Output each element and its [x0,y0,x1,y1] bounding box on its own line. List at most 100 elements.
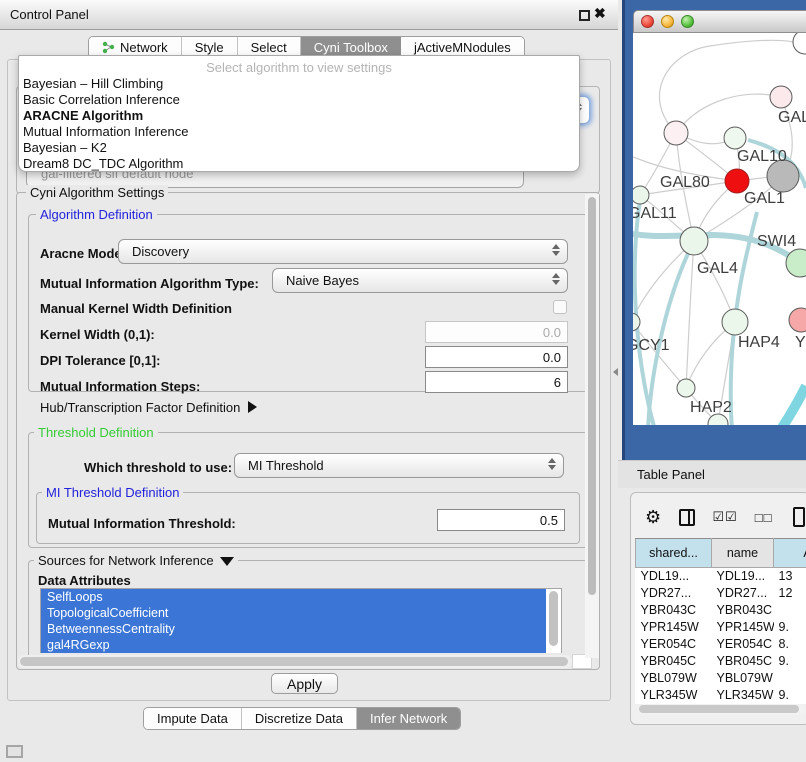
kernel-width-field[interactable]: 0.0 [425,321,568,343]
minimize-traffic-light-icon[interactable] [661,15,674,28]
list-vertical-scrollbar[interactable] [546,589,561,653]
dpi-tolerance-field[interactable]: 0.0 [425,346,568,368]
node-label: GAL [778,109,806,126]
table-panel-title: Table Panel [637,467,705,482]
column-header-name[interactable]: name [712,539,774,568]
list-item[interactable]: gal4RGexp [41,637,561,653]
table-row[interactable]: YBR043CYBR043C [636,602,806,619]
columns-icon[interactable] [679,509,695,526]
table-row[interactable]: YLR345WYLR345W9. [636,687,806,704]
network-graph: GAL GAL80 GAL10 GAL1 GAL11 GAL4 SWI4 GCY… [633,33,806,425]
gear-icon[interactable]: ⚙ [645,507,661,528]
cell: 9. [774,653,806,670]
tab-impute-data[interactable]: Impute Data [144,708,242,729]
cell: YBR043C [712,602,774,619]
tab-select-label: Select [251,40,287,55]
mi-algorithm-type-combo[interactable]: Naive Bayes [272,268,568,293]
node-table[interactable]: shared... name A YDL19...YDL19...13 YDR2… [635,538,806,704]
network-tab-icon [102,41,115,54]
tab-style-label: Style [195,40,224,55]
cell: 9. [774,619,806,636]
document-icon[interactable] [793,507,805,527]
dropdown-item-dream8[interactable]: Dream8 DC_TDC Algorithm [19,156,579,172]
cell: YPR145W [636,619,712,636]
mi-threshold-definition-label: MI Threshold Definition [42,485,183,500]
node-label: Y [795,334,806,351]
algorithm-dropdown-popup: Select algorithm to view settings Bayesi… [18,55,580,172]
table-row[interactable]: YBL079WYBL079W [636,670,806,687]
which-threshold-combo[interactable]: MI Threshold [234,453,564,478]
cell [774,602,806,619]
data-attributes-list[interactable]: SelfLoops TopologicalCoefficient Between… [40,588,562,653]
node-label: GAL4 [697,260,738,277]
close-icon[interactable]: ✖ [594,5,606,22]
node-label: GAL1 [744,190,785,207]
combo-spinner-icon [551,244,560,256]
network-window-titlebar[interactable] [633,10,806,33]
column-header-shared-name[interactable]: shared... [636,539,712,568]
manual-kernel-width-checkbox[interactable] [553,300,567,314]
cell: YDR27... [636,585,712,602]
cell: YDL19... [712,568,774,585]
zoom-traffic-light-icon[interactable] [681,15,694,28]
node-label: GAL80 [660,174,710,191]
cyni-settings-group-label: Cyni Algorithm Settings [26,185,168,200]
node-label: HAP2 [690,399,732,416]
cell: YDL19... [636,568,712,585]
tab-cyni-toolbox-label: Cyni Toolbox [314,40,388,55]
mi-algorithm-type-label: Mutual Information Algorithm Type: [40,276,259,291]
node-label: GCY1 [633,337,670,354]
which-threshold-value: MI Threshold [248,458,324,473]
minimized-panel-icon[interactable] [6,745,23,758]
list-item[interactable]: BetweennessCentrality [41,621,561,637]
list-item[interactable]: TopologicalCoefficient [41,605,561,621]
close-traffic-light-icon[interactable] [641,15,654,28]
dropdown-item-bayesian-hill-climbing[interactable]: Bayesian – Hill Climbing [19,76,579,92]
combo-spinner-icon [547,458,556,470]
float-window-icon[interactable] [579,10,590,21]
unchecked-checkboxes-icon[interactable]: □□ [755,510,773,525]
mi-steps-field[interactable]: 6 [425,371,568,393]
settings-vertical-scrollbar[interactable] [585,194,599,658]
combo-spinner-icon [551,273,560,285]
sources-group-label[interactable]: Sources for Network Inference [34,553,238,568]
network-view-canvas[interactable]: GAL GAL80 GAL10 GAL1 GAL11 GAL4 SWI4 GCY… [633,33,806,425]
table-row[interactable]: YDR27...YDR27...12 [636,585,806,602]
dropdown-item-mutual-information[interactable]: Mutual Information Inference [19,124,579,140]
mi-threshold-label: Mutual Information Threshold: [48,516,236,531]
cell: YBL079W [636,670,712,687]
column-header-partial[interactable]: A [774,539,806,568]
hub-definition-expander[interactable]: Hub/Transcription Factor Definition [40,400,257,415]
dropdown-item-basic-correlation[interactable]: Basic Correlation Inference [19,92,579,108]
cell [774,670,806,687]
table-horizontal-scrollbar[interactable] [637,704,805,715]
aracne-mode-combo[interactable]: Discovery [118,239,568,264]
tab-discretize-data[interactable]: Discretize Data [242,708,357,729]
apply-button[interactable]: Apply [271,673,338,694]
scrollbar-thumb[interactable] [20,657,568,666]
checked-checkboxes-icon[interactable]: ☑☑ [712,509,737,525]
node-label: HAP4 [738,334,780,351]
which-threshold-label: Which threshold to use: [84,460,232,475]
dropdown-item-bayesian-k2[interactable]: Bayesian – K2 [19,140,579,156]
table-row[interactable]: YDL19...YDL19...13 [636,568,806,585]
cell: YBR045C [636,653,712,670]
table-panel-titlebar: Table Panel [618,460,806,488]
table-row[interactable]: YER054CYER054C8. [636,636,806,653]
settings-horizontal-scrollbar[interactable] [18,655,572,668]
kernel-width-label: Kernel Width (0,1): [40,327,155,342]
tab-network-label: Network [120,40,168,55]
splitter-collapse-icon[interactable] [613,368,618,376]
data-attributes-label: Data Attributes [38,573,131,588]
table-row[interactable]: YBR045CYBR045C9. [636,653,806,670]
cell: YPR145W [712,619,774,636]
list-item[interactable]: SelfLoops [41,589,561,605]
scrollbar-thumb[interactable] [588,197,596,595]
dropdown-item-aracne[interactable]: ARACNE Algorithm [19,108,579,124]
mi-threshold-field[interactable]: 0.5 [437,509,565,531]
scrollbar-thumb[interactable] [639,705,799,713]
tab-infer-network[interactable]: Infer Network [357,708,460,729]
scrollbar-thumb[interactable] [549,591,558,646]
table-row[interactable]: YPR145WYPR145W9. [636,619,806,636]
mi-algorithm-type-value: Naive Bayes [286,273,359,288]
